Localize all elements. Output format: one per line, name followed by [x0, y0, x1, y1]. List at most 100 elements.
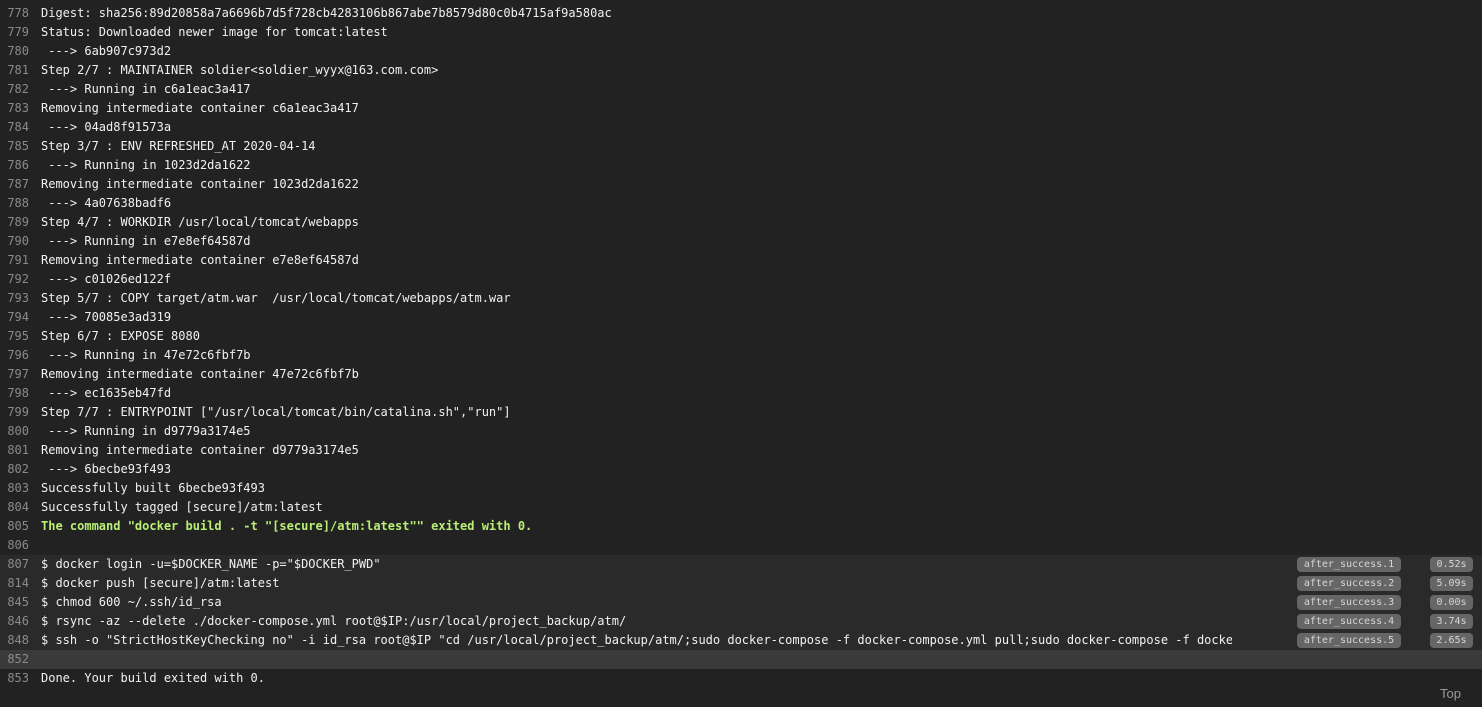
log-line: 800 ---> Running in d9779a3174e5 — [0, 422, 1482, 441]
log-text: ---> Running in e7e8ef64587d — [41, 234, 251, 248]
line-number[interactable]: 785 — [0, 137, 29, 156]
line-number[interactable]: 796 — [0, 346, 29, 365]
log-text: $ docker login -u=$DOCKER_NAME -p="$DOCK… — [41, 557, 381, 571]
log-text: Removing intermediate container 1023d2da… — [41, 177, 359, 191]
line-number[interactable]: 803 — [0, 479, 29, 498]
duration-badge: 5.09s — [1430, 576, 1473, 591]
fold-tag-badge: after_success.3 — [1297, 595, 1401, 610]
line-number[interactable]: 802 — [0, 460, 29, 479]
log-text: Step 3/7 : ENV REFRESHED_AT 2020-04-14 — [41, 139, 316, 153]
line-number[interactable]: 846 — [0, 612, 29, 631]
log-text: Step 2/7 : MAINTAINER soldier<soldier_wy… — [41, 63, 439, 77]
log-fold-line[interactable]: 848 $ ssh -o "StrictHostKeyChecking no" -… — [0, 631, 1482, 650]
log-line: 779 Status: Downloaded newer image for to… — [0, 23, 1482, 42]
line-number[interactable]: 807 — [0, 555, 29, 574]
log-line: 790 ---> Running in e7e8ef64587d — [0, 232, 1482, 251]
log-line: 791 Removing intermediate container e7e8e… — [0, 251, 1482, 270]
log-text: Done. Your build exited with 0. — [41, 671, 265, 685]
log-text: ---> 04ad8f91573a — [41, 120, 172, 134]
log-line: 786 ---> Running in 1023d2da1622 — [0, 156, 1482, 175]
line-number[interactable]: 779 — [0, 23, 29, 42]
log-text: ---> 4a07638badf6 — [41, 196, 172, 210]
log-text: Removing intermediate container c6a1eac3… — [41, 101, 359, 115]
log-text: Removing intermediate container 47e72c6f… — [41, 367, 359, 381]
line-number[interactable]: 783 — [0, 99, 29, 118]
line-number[interactable]: 795 — [0, 327, 29, 346]
log-line: 792 ---> c01026ed122f — [0, 270, 1482, 289]
log-line: 788 ---> 4a07638badf6 — [0, 194, 1482, 213]
log-text: $ chmod 600 ~/.ssh/id_rsa — [41, 595, 222, 609]
line-number[interactable]: 790 — [0, 232, 29, 251]
log-line: 806 — [0, 536, 1482, 555]
log-text: ---> ec1635eb47fd — [41, 386, 172, 400]
log-line: 781 Step 2/7 : MAINTAINER soldier<soldier… — [0, 61, 1482, 80]
duration-badge: 0.52s — [1430, 557, 1473, 572]
log-line: 785 Step 3/7 : ENV REFRESHED_AT 2020-04-1… — [0, 137, 1482, 156]
log-line: 784 ---> 04ad8f91573a — [0, 118, 1482, 137]
log-line: 794 ---> 70085e3ad319 — [0, 308, 1482, 327]
line-number[interactable]: 782 — [0, 80, 29, 99]
line-number[interactable]: 852 — [0, 650, 29, 669]
line-number[interactable]: 780 — [0, 42, 29, 61]
duration-badge: 0.00s — [1430, 595, 1473, 610]
line-number[interactable]: 787 — [0, 175, 29, 194]
build-log: 778 Digest: sha256:89d20858a7a6696b7d5f72… — [0, 0, 1482, 707]
log-fold-line[interactable]: 845 $ chmod 600 ~/.ssh/id_rsa after_succes… — [0, 593, 1482, 612]
line-number[interactable]: 788 — [0, 194, 29, 213]
line-number[interactable]: 805 — [0, 517, 29, 536]
log-line: 852 — [0, 650, 1482, 669]
fold-tag-badge: after_success.2 — [1297, 576, 1401, 591]
log-fold-line[interactable]: 814 $ docker push [secure]/atm:latest afte… — [0, 574, 1482, 593]
log-text: Step 4/7 : WORKDIR /usr/local/tomcat/web… — [41, 215, 359, 229]
log-line: 798 ---> ec1635eb47fd — [0, 384, 1482, 403]
log-line: 803 Successfully built 6becbe93f493 — [0, 479, 1482, 498]
line-number[interactable]: 853 — [0, 669, 29, 688]
log-text: ---> 6becbe93f493 — [41, 462, 172, 476]
line-number[interactable]: 794 — [0, 308, 29, 327]
line-number[interactable]: 789 — [0, 213, 29, 232]
log-fold-line[interactable]: 807 $ docker login -u=$DOCKER_NAME -p="$D… — [0, 555, 1482, 574]
log-text: Successfully tagged [secure]/atm:latest — [41, 500, 323, 514]
log-text: Successfully built 6becbe93f493 — [41, 481, 265, 495]
log-text: Step 5/7 : COPY target/atm.war /usr/loca… — [41, 291, 511, 305]
log-line: 793 Step 5/7 : COPY target/atm.war /usr/l… — [0, 289, 1482, 308]
line-number[interactable]: 806 — [0, 536, 29, 555]
log-text: $ ssh -o "StrictHostKeyChecking no" -i i… — [41, 633, 1232, 647]
line-number[interactable]: 793 — [0, 289, 29, 308]
line-number[interactable]: 848 — [0, 631, 29, 650]
command-exit-message: The command "docker build . -t "[secure]… — [41, 519, 533, 533]
log-line: 799 Step 7/7 : ENTRYPOINT ["/usr/local/to… — [0, 403, 1482, 422]
line-number[interactable]: 784 — [0, 118, 29, 137]
line-number[interactable]: 786 — [0, 156, 29, 175]
log-text: $ rsync -az --delete ./docker-compose.ym… — [41, 614, 627, 628]
log-text: ---> Running in d9779a3174e5 — [41, 424, 251, 438]
line-number[interactable]: 814 — [0, 574, 29, 593]
log-text: Step 7/7 : ENTRYPOINT ["/usr/local/tomca… — [41, 405, 511, 419]
log-fold-line[interactable]: 846 $ rsync -az --delete ./docker-compose… — [0, 612, 1482, 631]
line-number[interactable]: 792 — [0, 270, 29, 289]
log-text: Status: Downloaded newer image for tomca… — [41, 25, 388, 39]
log-line: 805 The command "docker build . -t "[secu… — [0, 517, 1482, 536]
log-text: $ docker push [secure]/atm:latest — [41, 576, 280, 590]
line-number[interactable]: 799 — [0, 403, 29, 422]
log-line: 778 Digest: sha256:89d20858a7a6696b7d5f72… — [0, 4, 1482, 23]
line-number[interactable]: 798 — [0, 384, 29, 403]
log-line: 782 ---> Running in c6a1eac3a417 — [0, 80, 1482, 99]
log-line: 796 ---> Running in 47e72c6fbf7b — [0, 346, 1482, 365]
line-number[interactable]: 801 — [0, 441, 29, 460]
log-line: 787 Removing intermediate container 1023d… — [0, 175, 1482, 194]
log-text: Step 6/7 : EXPOSE 8080 — [41, 329, 200, 343]
line-number[interactable]: 800 — [0, 422, 29, 441]
line-number[interactable]: 791 — [0, 251, 29, 270]
line-number[interactable]: 781 — [0, 61, 29, 80]
line-number[interactable]: 804 — [0, 498, 29, 517]
log-line: 801 Removing intermediate container d9779… — [0, 441, 1482, 460]
log-text: Removing intermediate container d9779a31… — [41, 443, 359, 457]
log-text: ---> Running in 1023d2da1622 — [41, 158, 251, 172]
log-line: 789 Step 4/7 : WORKDIR /usr/local/tomcat/… — [0, 213, 1482, 232]
fold-tag-badge: after_success.4 — [1297, 614, 1401, 629]
line-number[interactable]: 845 — [0, 593, 29, 612]
line-number[interactable]: 778 — [0, 4, 29, 23]
top-link[interactable]: Top — [1440, 686, 1461, 701]
line-number[interactable]: 797 — [0, 365, 29, 384]
